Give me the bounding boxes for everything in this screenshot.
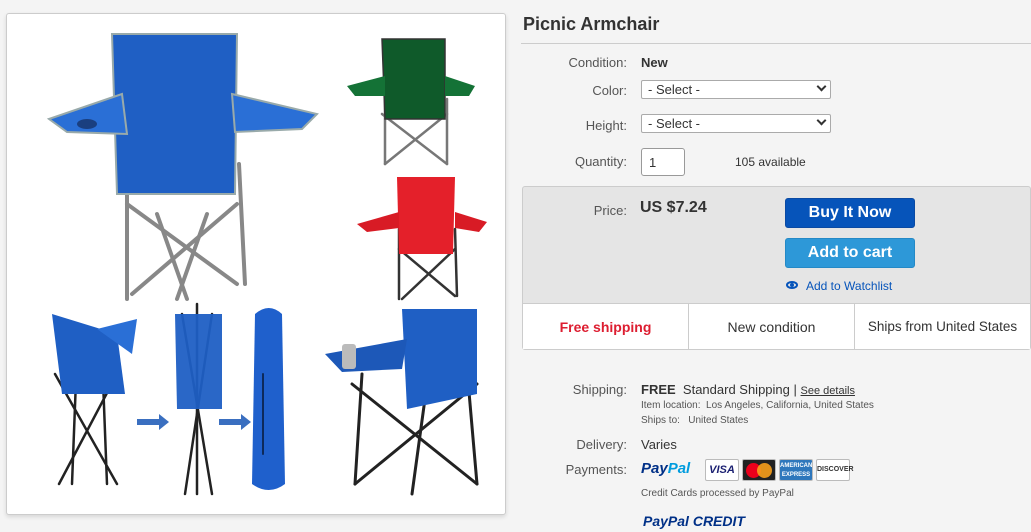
- title-divider: [521, 43, 1031, 44]
- paypal-credit-logo: PayPal CREDIT: [643, 513, 745, 529]
- add-to-watchlist-link[interactable]: Add to Watchlist: [786, 279, 892, 293]
- chevron-down-icon: [816, 115, 827, 126]
- quantity-label: Quantity:: [574, 154, 627, 169]
- green-chair: [347, 38, 475, 166]
- delivery-label: Delivery:: [576, 437, 627, 452]
- height-select[interactable]: - Select -: [641, 114, 831, 133]
- condition-value: New: [641, 55, 668, 70]
- free-shipping-badge: Free shipping: [523, 304, 689, 350]
- shipping-method: Standard Shipping: [682, 382, 790, 397]
- height-select-value: - Select -: [648, 116, 701, 131]
- color-select-value: - Select -: [648, 82, 701, 97]
- item-location: Item location: Los Angeles, California, …: [641, 400, 874, 411]
- discover-logo: DISCOVER: [816, 459, 854, 481]
- color-label: Color:: [592, 83, 627, 98]
- product-title: Picnic Armchair: [523, 14, 660, 34]
- shipping-free: FREE: [641, 382, 676, 397]
- chevron-down-icon: [816, 81, 827, 92]
- ships-to: Ships to: United States: [641, 415, 748, 426]
- available-count: 105 available: [735, 155, 806, 169]
- item-location-label: Item location:: [641, 400, 701, 411]
- buy-it-now-button[interactable]: Buy It Now: [785, 198, 915, 228]
- delivery-value: Varies: [641, 437, 677, 452]
- add-to-cart-button[interactable]: Add to cart: [785, 238, 915, 268]
- amex-logo: AMERICAN EXPRESS: [779, 459, 813, 481]
- new-condition-badge: New condition: [689, 304, 855, 350]
- ships-to-label: Ships to:: [641, 415, 680, 426]
- condition-label: Condition:: [568, 55, 627, 70]
- paypal-processing-note: Credit Cards processed by PayPal: [641, 488, 794, 499]
- blue-chair-large: [46, 33, 319, 301]
- price-label: Price:: [593, 203, 627, 218]
- blue-chair-side: [325, 309, 479, 496]
- see-details-link[interactable]: See details: [801, 385, 855, 397]
- product-image-gallery[interactable]: [6, 13, 506, 515]
- chair-product-image: [46, 33, 487, 496]
- shipping-label: Shipping:: [572, 382, 627, 397]
- color-select[interactable]: - Select -: [641, 80, 831, 99]
- ships-from-badge: Ships from United States: [867, 319, 1018, 334]
- shipping-separator: |: [793, 382, 797, 397]
- payments-label: Payments:: [565, 462, 627, 477]
- highlights-bar: Free shipping New condition Ships from U…: [523, 303, 1030, 350]
- credit-card-logos: VISA AMERICAN EXPRESS DISCOVER: [705, 459, 854, 481]
- visa-logo: VISA: [705, 459, 739, 481]
- folded-chair-sequence: [52, 302, 285, 496]
- red-chair: [357, 177, 487, 301]
- paypal-logo: PayPal: [641, 460, 691, 477]
- watchlist-label: Add to Watchlist: [806, 279, 893, 293]
- height-label: Height:: [585, 118, 627, 133]
- price-value: US $7.24: [640, 199, 707, 216]
- quantity-input[interactable]: 1: [641, 148, 685, 176]
- item-location-value: Los Angeles, California, United States: [706, 400, 874, 411]
- mastercard-logo: [742, 459, 776, 481]
- eye-icon: [786, 281, 798, 289]
- shipping-summary: FREE Standard Shipping | See details: [641, 382, 855, 397]
- ships-to-value: United States: [688, 415, 749, 426]
